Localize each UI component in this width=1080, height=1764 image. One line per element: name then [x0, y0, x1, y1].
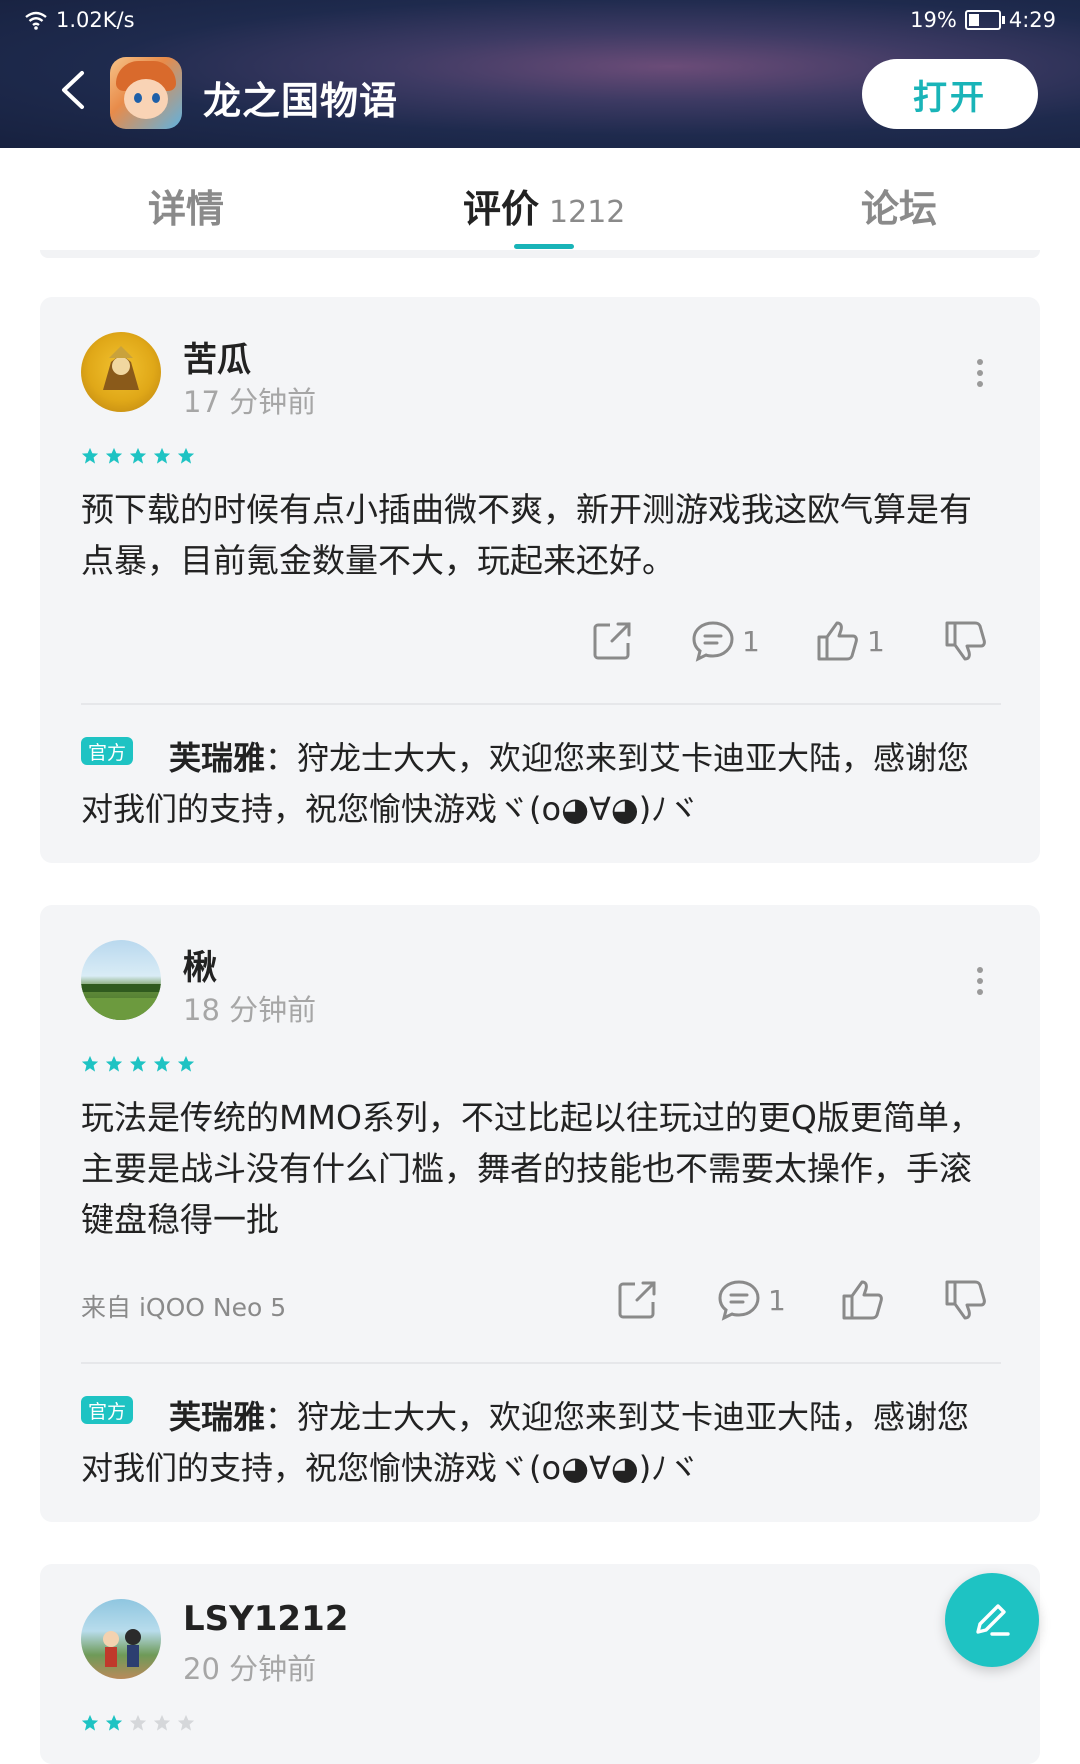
more-options-icon[interactable] [977, 962, 985, 1000]
star-icon [177, 1055, 195, 1072]
comment-count: 1 [742, 624, 760, 658]
username[interactable]: LSY1212 [183, 1599, 348, 1639]
landscape-avatar-icon [81, 984, 161, 1020]
tab-reviews[interactable]: 评价 1212 [463, 178, 625, 233]
star-empty-icon [129, 1714, 147, 1731]
review-time: 18 分钟前 [183, 993, 317, 1027]
anime-avatar-icon [103, 1629, 141, 1667]
comment-button[interactable]: 1 [716, 1278, 786, 1322]
avatar[interactable] [81, 940, 161, 1020]
thumbs-down-icon [945, 1280, 986, 1320]
dislike-button[interactable] [943, 619, 989, 663]
official-reply: 芙瑞雅：狩龙士大大，欢迎您来到艾卡迪亚大陆，感谢您对我们的支持，祝您愉快游戏ヾ(… [81, 733, 1001, 835]
open-button[interactable]: 打开 [862, 59, 1038, 129]
star-icon [105, 1714, 123, 1731]
review-card: 苦瓜 17 分钟前 预下载的时候有点小插曲微不爽，新开测游戏我这欧气算是有点暴，… [40, 297, 1040, 863]
status-bar-right: 19% 4:29 [910, 8, 1056, 32]
share-icon [593, 622, 631, 660]
network-speed: 1.02K/s [56, 8, 135, 32]
username[interactable]: 楸 [183, 940, 217, 989]
star-icon [81, 447, 99, 464]
star-icon [81, 1055, 99, 1072]
device-label: 来自 iQOO Neo 5 [81, 1293, 287, 1322]
avatar[interactable] [81, 1599, 161, 1679]
reply-author[interactable]: 芙瑞雅 [169, 1398, 265, 1436]
app-header: 1.02K/s 19% 4:29 龙之国物语 打开 [0, 0, 1080, 148]
username[interactable]: 苦瓜 [183, 332, 251, 381]
active-tab-indicator [514, 244, 574, 249]
star-icon [129, 1055, 147, 1072]
tab-label: 论坛 [861, 187, 938, 231]
review-text: 预下载的时候有点小插曲微不爽，新开测游戏我这欧气算是有点暴，目前氪金数量不大，玩… [81, 490, 972, 580]
comment-icon [718, 1280, 760, 1321]
review-time: 20 分钟前 [183, 1652, 317, 1686]
thumbs-up-icon [842, 1280, 883, 1320]
clock: 4:29 [1008, 8, 1056, 32]
share-button[interactable] [615, 1278, 659, 1322]
official-reply: 芙瑞雅：狩龙士大大，欢迎您来到艾卡迪亚大陆，感谢您对我们的支持，祝您愉快游戏ヾ(… [81, 1392, 1001, 1494]
tab-label: 评价 [463, 187, 540, 231]
like-count: 1 [867, 624, 885, 658]
star-empty-icon [153, 1714, 171, 1731]
tab-forum[interactable]: 论坛 [861, 178, 937, 233]
star-icon [105, 447, 123, 464]
dislike-button[interactable] [943, 1278, 989, 1322]
thumbs-up-icon [817, 621, 858, 661]
review-card: LSY1212 20 分钟前 [40, 1564, 1040, 1764]
reply-author[interactable]: 芙瑞雅 [169, 739, 265, 777]
like-button[interactable] [840, 1278, 892, 1322]
app-title: 龙之国物语 [203, 79, 399, 123]
star-icon [105, 1055, 123, 1072]
like-button[interactable]: 1 [815, 619, 885, 663]
divider [81, 703, 1001, 705]
battery-icon [964, 10, 1005, 30]
star-rating [81, 447, 195, 465]
avatar[interactable] [81, 332, 161, 412]
share-button[interactable] [590, 619, 634, 663]
tab-label: 详情 [148, 187, 225, 231]
star-empty-icon [177, 1714, 195, 1731]
star-icon [177, 447, 195, 464]
battery-percent: 19% [910, 8, 957, 32]
star-icon [153, 1055, 171, 1072]
pen-icon [976, 1604, 1010, 1636]
star-icon [129, 447, 147, 464]
star-icon [153, 447, 171, 464]
divider [40, 250, 1040, 258]
share-icon [618, 1281, 656, 1319]
thumbs-down-icon [945, 621, 986, 661]
star-rating [81, 1714, 195, 1732]
app-icon [110, 57, 182, 129]
comment-button[interactable]: 1 [690, 619, 760, 663]
comment-icon [692, 621, 734, 662]
knight-avatar-icon [103, 346, 139, 390]
star-rating [81, 1055, 195, 1073]
wifi-icon [25, 11, 47, 30]
status-bar-left: 1.02K/s [24, 8, 135, 32]
review-text: 玩法是传统的MMO系列，不过比起以往玩过的更Q版更简单，主要是战斗没有什么门槛，… [81, 1098, 982, 1239]
tab-details[interactable]: 详情 [148, 178, 224, 233]
comment-count: 1 [768, 1283, 786, 1317]
star-icon [81, 1714, 99, 1731]
review-time: 17 分钟前 [183, 385, 317, 419]
review-count: 1212 [549, 195, 626, 230]
back-arrow-icon[interactable] [58, 70, 88, 110]
review-card: 楸 18 分钟前 玩法是传统的MMO系列，不过比起以往玩过的更Q版更简单，主要是… [40, 905, 1040, 1522]
divider [81, 1362, 1001, 1364]
tab-bar: 详情 评价 1212 论坛 [0, 148, 1080, 250]
more-options-icon[interactable] [977, 354, 985, 392]
write-review-button[interactable] [945, 1573, 1039, 1667]
